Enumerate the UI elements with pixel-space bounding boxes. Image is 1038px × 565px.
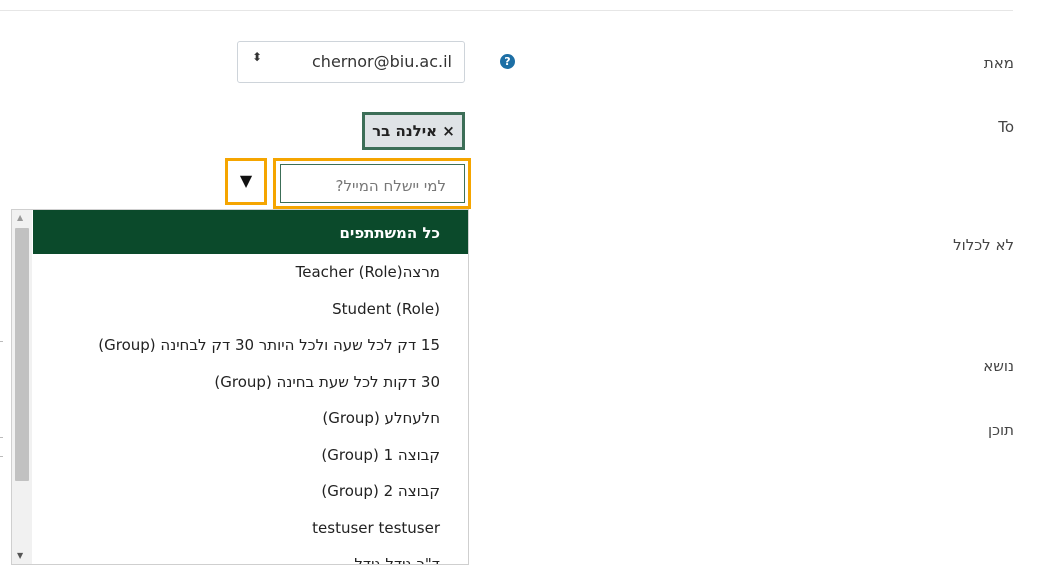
dropdown-option[interactable]: 15 דק לכל שעה ולכל היותר 30 דק לבחינה (G… — [33, 327, 468, 364]
to-input-wrapper[interactable]: למי יישלח המייל? — [273, 158, 471, 209]
dropdown-option[interactable]: קבוצה 2 (Group) — [33, 473, 468, 510]
dropdown-option[interactable]: חלעחלע (Group) — [33, 400, 468, 437]
dropdown-option[interactable]: כל המשתתפים — [33, 210, 468, 254]
dropdown-option[interactable]: ד"ר גידל גידל — [33, 546, 468, 564]
select-arrows-icon: ⬍ — [252, 50, 263, 64]
from-select[interactable]: ⬍ chernor@biu.ac.il — [237, 41, 465, 83]
dropdown-option[interactable]: Student (Role) — [33, 291, 468, 328]
dropdown-options: כל המשתתפים מרצה(Teacher (Role Student (… — [33, 210, 468, 564]
dropdown-scrollbar[interactable]: ▲ ▼ — [12, 210, 32, 564]
scrollbar-thumb[interactable] — [15, 228, 29, 481]
help-icon[interactable]: ? — [500, 54, 515, 69]
to-input-placeholder: למי יישלח המייל? — [335, 177, 446, 195]
exclude-label: לא לכלול — [953, 236, 1014, 254]
scroll-down-arrow-icon[interactable]: ▼ — [17, 551, 23, 560]
dropdown-option[interactable]: מרצה(Teacher (Role — [33, 254, 468, 291]
dropdown-option[interactable]: 30 דקות לכל שעת בחינה (Group) — [33, 364, 468, 401]
dropdown-option[interactable]: קבוצה 1 (Group) — [33, 437, 468, 474]
to-input[interactable]: למי יישלח המייל? — [280, 164, 465, 203]
subject-label: נושא — [983, 357, 1014, 375]
top-divider — [0, 10, 1013, 11]
from-label: מאת — [983, 54, 1014, 72]
recipient-dropdown-list[interactable]: ▲ ▼ כל המשתתפים מרצה(Teacher (Role Stude… — [11, 209, 469, 565]
scroll-up-arrow-icon[interactable]: ▲ — [17, 213, 23, 222]
recipient-chip[interactable]: × אילנה בר — [362, 112, 465, 150]
content-label: תוכן — [988, 421, 1014, 439]
to-label: To — [998, 118, 1014, 136]
field-edge — [0, 437, 3, 438]
dropdown-toggle-button[interactable]: ▼ — [225, 158, 267, 205]
field-edge — [0, 456, 3, 457]
field-edge — [0, 341, 3, 342]
from-select-value: chernor@biu.ac.il — [312, 52, 452, 71]
dropdown-option[interactable]: testuser testuser — [33, 510, 468, 547]
